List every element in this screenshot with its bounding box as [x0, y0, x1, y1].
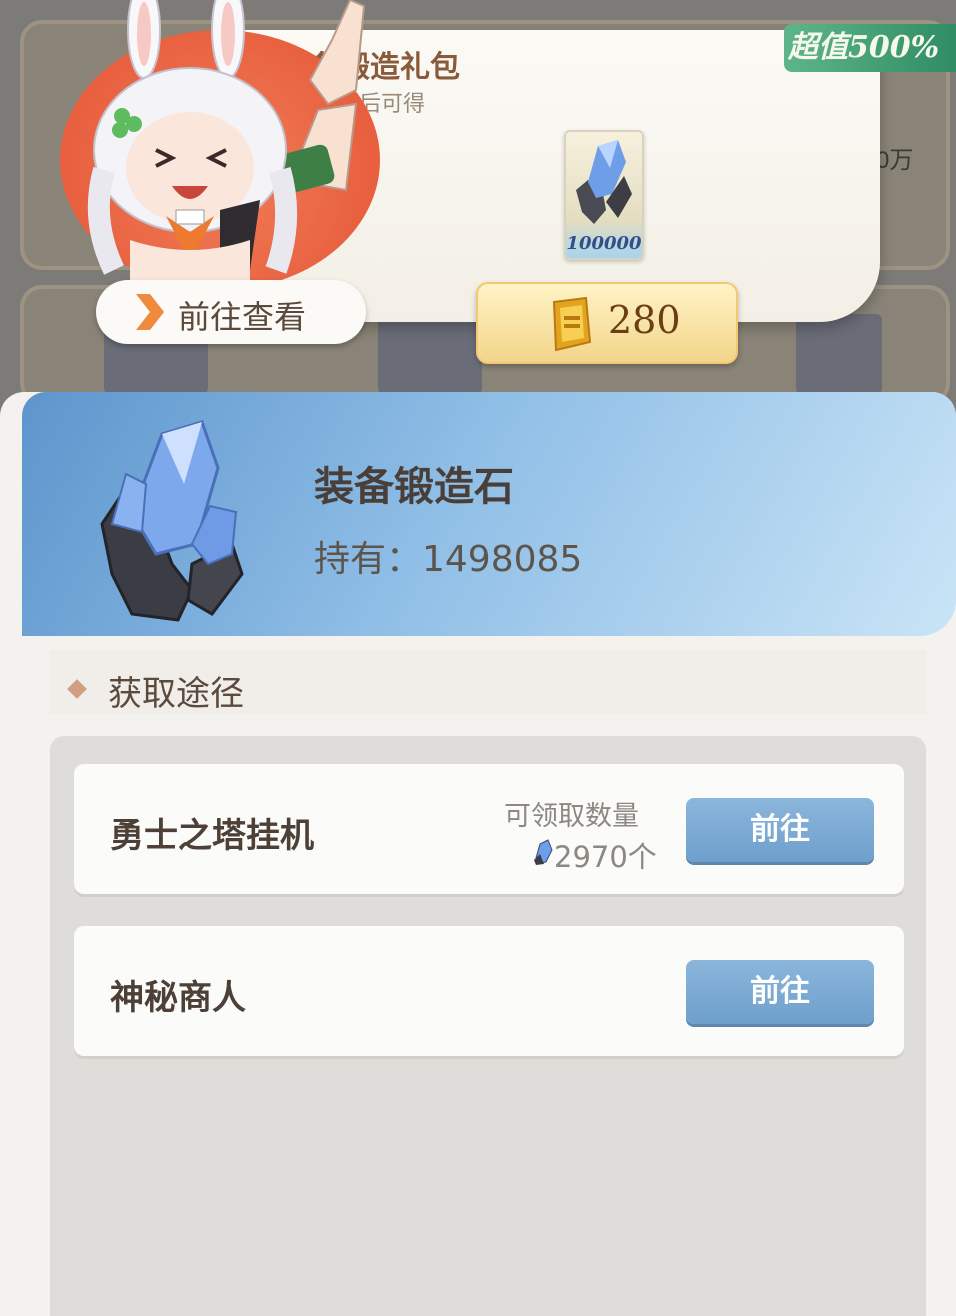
source-name: 神秘商人: [110, 978, 246, 1018]
item-header: 装备锻造石 持有：1498085: [22, 392, 956, 636]
background-item-slot: [796, 314, 882, 394]
claim-title: 可领取数量: [504, 801, 639, 832]
view-details-button[interactable]: 前往查看: [96, 280, 366, 344]
list-item: 神秘商人 前往: [74, 926, 904, 1056]
goto-button[interactable]: 前往: [686, 798, 874, 862]
reward-item-card[interactable]: 100000: [564, 130, 644, 260]
item-name: 装备锻造石: [314, 463, 514, 510]
forging-stone-icon: [534, 839, 553, 865]
view-details-label: 前往查看: [178, 298, 307, 336]
background-item-slot: [378, 318, 482, 394]
source-list: 勇士之塔挂机 可领取数量 2970个 前往 神秘商人 前往: [50, 736, 926, 1316]
forging-stone-icon: [100, 420, 244, 622]
goto-button[interactable]: 前往: [686, 960, 874, 1024]
chevron-right-icon: [136, 294, 164, 330]
reward-count: 100000: [566, 233, 642, 254]
bunny-girl-character: [87, 0, 366, 290]
item-detail-panel: 装备锻造石 持有：1498085 获取途径 勇士之塔挂机 可领取数量 2970个…: [0, 392, 956, 1316]
list-item: 勇士之塔挂机 可领取数量 2970个 前往: [74, 764, 904, 894]
gold-coin-icon: [552, 296, 592, 352]
value-badge: 超值500%: [784, 24, 956, 72]
source-heading: 获取途径: [108, 674, 244, 714]
background-value-text: 0万: [876, 147, 914, 174]
buy-price-button[interactable]: 280: [476, 282, 738, 364]
claim-quantity: 2970个: [554, 840, 657, 874]
source-name: 勇士之塔挂机: [110, 816, 314, 856]
forging-stone-icon: [576, 140, 632, 224]
item-owned-count: 持有：1498085: [314, 539, 583, 580]
price-value: 280: [608, 298, 681, 342]
